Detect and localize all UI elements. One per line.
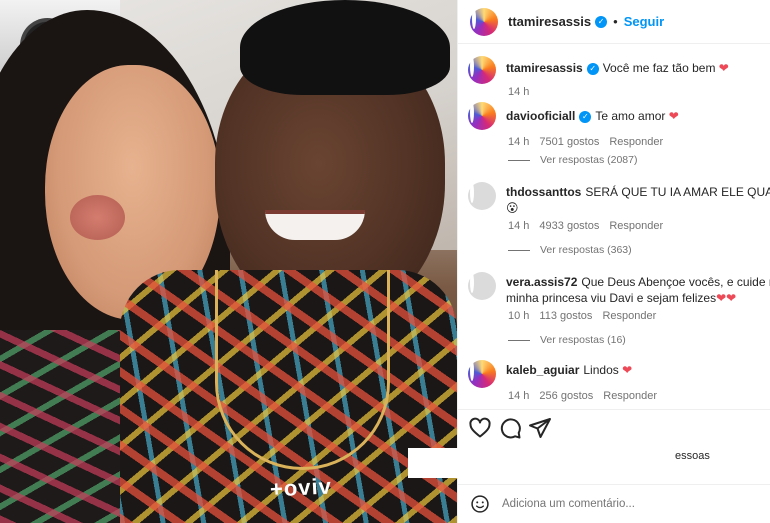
smiley-icon[interactable] xyxy=(470,494,490,514)
likes-summary[interactable]: essoas xyxy=(675,450,710,462)
comment-time: 14 h xyxy=(508,390,530,402)
post-side-panel: ttamiresassis ✓ • Seguir ttamiresassis ✓ V… xyxy=(408,0,770,523)
comment-likes[interactable]: 256 gostos xyxy=(539,390,593,402)
replies-divider xyxy=(508,249,530,251)
heart-emoji-icon: ❤ xyxy=(718,61,729,75)
comment-meta: 14 h 256 gostos Responder xyxy=(508,390,770,402)
avatar[interactable] xyxy=(468,102,496,130)
caption: ttamiresassis ✓ Você me faz tão bem ❤ 14 h xyxy=(468,56,770,98)
comment-text-line2: 😮 xyxy=(506,201,519,215)
heart-emoji-icon: ❤ xyxy=(726,291,737,305)
header-username[interactable]: ttamiresassis xyxy=(508,14,591,29)
reply-button[interactable]: Responder xyxy=(609,220,663,232)
heart-emoji-icon: ❤ xyxy=(622,363,633,377)
avatar[interactable] xyxy=(470,7,498,36)
verified-badge-icon: ✓ xyxy=(586,62,599,75)
comment-meta: 14 h 4933 gostos Responder xyxy=(508,220,770,232)
post-actions: essoas xyxy=(408,409,770,484)
avatar[interactable] xyxy=(468,360,496,388)
comment-time: 14 h xyxy=(508,136,530,148)
comments-list[interactable]: ttamiresassis ✓ Você me faz tão bem ❤ 14 h… xyxy=(458,44,770,409)
comment-meta: 14 h 7501 gostos Responder xyxy=(508,136,770,148)
paper-plane-icon[interactable] xyxy=(528,416,552,440)
comment-text: SERÁ QUE TU IA AMAR ELE QUANDO ERA xyxy=(585,185,770,199)
view-replies-button[interactable]: Ver respostas (2087) xyxy=(508,154,637,166)
comment-username[interactable]: daviooficiall xyxy=(506,109,575,123)
separator-dot: • xyxy=(613,14,618,29)
comment-time: 14 h xyxy=(508,220,530,232)
post-photo[interactable]: +oviv xyxy=(0,0,457,523)
follow-button[interactable]: Seguir xyxy=(624,14,664,29)
replies-divider xyxy=(508,339,530,341)
verified-badge-icon: ✓ xyxy=(579,110,592,123)
avatar[interactable] xyxy=(468,272,496,300)
comment-username[interactable]: thdossanttos xyxy=(506,185,581,199)
reply-button[interactable]: Responder xyxy=(602,310,656,322)
heart-emoji-icon: ❤ xyxy=(716,291,727,305)
add-comment-bar xyxy=(458,484,770,523)
comment-text: Te amo amor xyxy=(595,109,666,123)
list-item: kaleb_aguiar Lindos ❤ 14 h 256 gostos Respo… xyxy=(468,360,770,402)
avatar[interactable] xyxy=(468,182,496,210)
view-replies-label: Ver respostas (16) xyxy=(540,334,626,346)
comment-likes[interactable]: 7501 gostos xyxy=(539,136,599,148)
comment-time: 10 h xyxy=(508,310,530,322)
comment-text-line: vera.assis72 Que Deus Abençoe vocês, e cu… xyxy=(506,272,770,306)
list-item: thdossanttos SERÁ QUE TU IA AMAR ELE QUAN… xyxy=(468,182,770,232)
heart-outline-icon[interactable] xyxy=(468,416,492,440)
list-item: vera.assis72 Que Deus Abençoe vocês, e cu… xyxy=(468,272,770,322)
comment-text-line: kaleb_aguiar Lindos ❤ xyxy=(506,360,770,378)
comment-username[interactable]: vera.assis72 xyxy=(506,275,577,289)
comment-username[interactable]: kaleb_aguiar xyxy=(506,363,579,377)
woman-lips xyxy=(70,195,125,240)
man-smile xyxy=(265,210,365,240)
caption-username[interactable]: ttamiresassis xyxy=(506,61,583,75)
comment-text-line: thdossanttos SERÁ QUE TU IA AMAR ELE QUAN… xyxy=(506,182,770,216)
reply-button[interactable]: Responder xyxy=(603,390,657,402)
verified-badge-icon: ✓ xyxy=(595,15,608,28)
caption-meta: 14 h xyxy=(508,86,770,98)
comment-input[interactable] xyxy=(502,498,752,510)
comment-likes[interactable]: 113 gostos xyxy=(539,310,592,322)
comment-text-line: daviooficiall ✓ Te amo amor ❤ xyxy=(506,102,770,124)
overlay-box xyxy=(408,448,488,478)
comment-text-line2: minha princesa viu Davi e sejam felizes xyxy=(506,291,717,305)
view-replies-button[interactable]: Ver respostas (16) xyxy=(508,334,626,346)
comment-text: Lindos xyxy=(583,363,619,377)
caption-text-line: ttamiresassis ✓ Você me faz tão bem ❤ xyxy=(506,56,770,76)
comment-meta: 10 h 113 gostos Responder xyxy=(508,310,770,322)
man-hair xyxy=(240,0,450,95)
heart-emoji-icon: ❤ xyxy=(668,109,679,123)
gold-chain xyxy=(215,270,390,470)
speech-bubble-icon[interactable] xyxy=(498,416,522,440)
view-replies-label: Ver respostas (2087) xyxy=(540,154,638,166)
replies-divider xyxy=(508,159,530,161)
shirt-print-text: +oviv xyxy=(269,473,333,502)
list-item: daviooficiall ✓ Te amo amor ❤ 14 h 7501 gos… xyxy=(468,102,770,148)
comment-likes[interactable]: 4933 gostos xyxy=(539,220,599,232)
post-header: ttamiresassis ✓ • Seguir xyxy=(458,0,770,44)
view-replies-button[interactable]: Ver respostas (363) xyxy=(508,244,632,256)
caption-text: Você me faz tão bem xyxy=(602,61,716,75)
view-replies-label: Ver respostas (363) xyxy=(540,244,632,256)
reply-button[interactable]: Responder xyxy=(609,136,663,148)
avatar[interactable] xyxy=(468,56,496,84)
caption-time: 14 h xyxy=(508,86,530,98)
comment-text: Que Deus Abençoe vocês, e cuide muito be xyxy=(581,275,770,289)
